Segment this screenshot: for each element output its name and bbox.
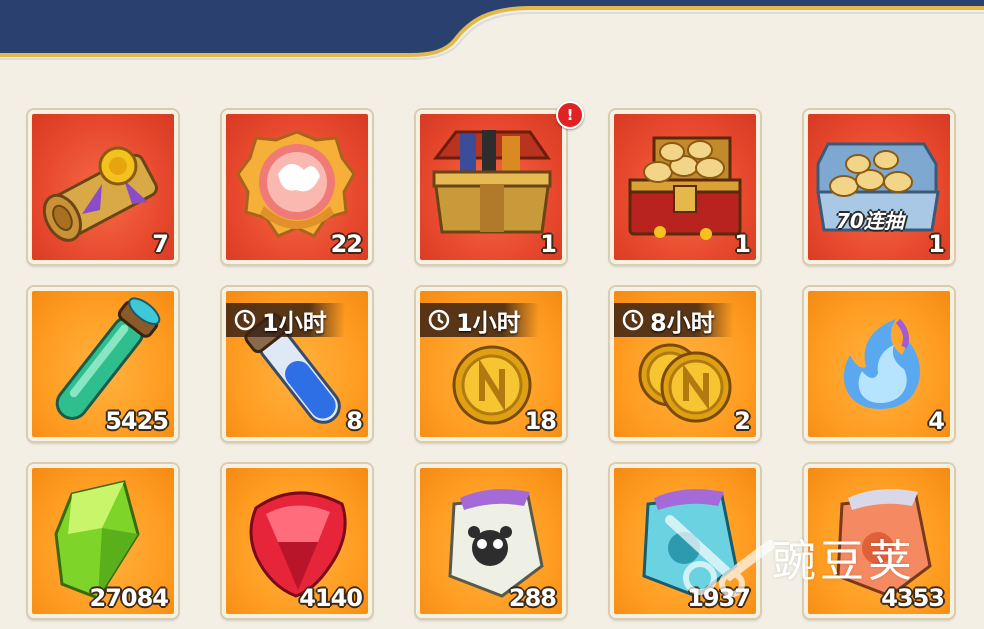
timer-badge: 8小时 <box>614 303 733 337</box>
item-count: 8 <box>346 407 363 435</box>
item-count: 5425 <box>105 407 169 435</box>
item-slot-panda-pouch[interactable]: 288 <box>416 464 566 618</box>
timer-text: 1小时 <box>456 308 521 337</box>
timer-text: 1小时 <box>262 308 327 337</box>
item-slot-green-potion[interactable]: 5425 <box>28 287 178 441</box>
item-slot-scroll[interactable]: 7 <box>28 110 178 264</box>
item-tag: 70连抽 <box>836 209 904 233</box>
item-count: 18 <box>524 407 557 435</box>
item-count: 1 <box>540 230 557 258</box>
item-count: 2 <box>734 407 751 435</box>
item-count: 22 <box>330 230 363 258</box>
new-item-alert-icon: ! <box>556 101 584 129</box>
item-slot-scroll-crate[interactable]: 70连抽 1 <box>804 110 954 264</box>
item-slot-badge[interactable]: 22 <box>222 110 372 264</box>
item-slot-blue-flame[interactable]: 4 <box>804 287 954 441</box>
item-count: 4 <box>928 407 945 435</box>
clock-icon <box>622 309 644 331</box>
item-slot-red-gem[interactable]: 4140 <box>222 464 372 618</box>
item-count: 27084 <box>89 584 169 612</box>
item-count: 4140 <box>299 584 363 612</box>
item-slot-gold-coin[interactable]: 1小时 18 <box>416 287 566 441</box>
item-slot-gold-coins[interactable]: 8小时 2 <box>610 287 760 441</box>
clock-icon <box>234 309 256 331</box>
item-count: 7 <box>152 230 169 258</box>
item-slot-blue-potion[interactable]: 1小时 8 <box>222 287 372 441</box>
timer-badge: 1小时 <box>420 303 539 337</box>
item-slot-gift-box[interactable]: 1 <box>416 110 566 264</box>
item-count: 288 <box>508 584 557 612</box>
item-count: 1 <box>928 230 945 258</box>
item-count: 1 <box>734 230 751 258</box>
timer-badge: 1小时 <box>226 303 345 337</box>
clock-icon <box>428 309 450 331</box>
timer-text: 8小时 <box>650 308 715 337</box>
watermark-text: 豌豆荚 <box>772 536 916 587</box>
item-slot-treasure-chest[interactable]: 1 <box>610 110 760 264</box>
item-slot-green-gem[interactable]: 27084 <box>28 464 178 618</box>
